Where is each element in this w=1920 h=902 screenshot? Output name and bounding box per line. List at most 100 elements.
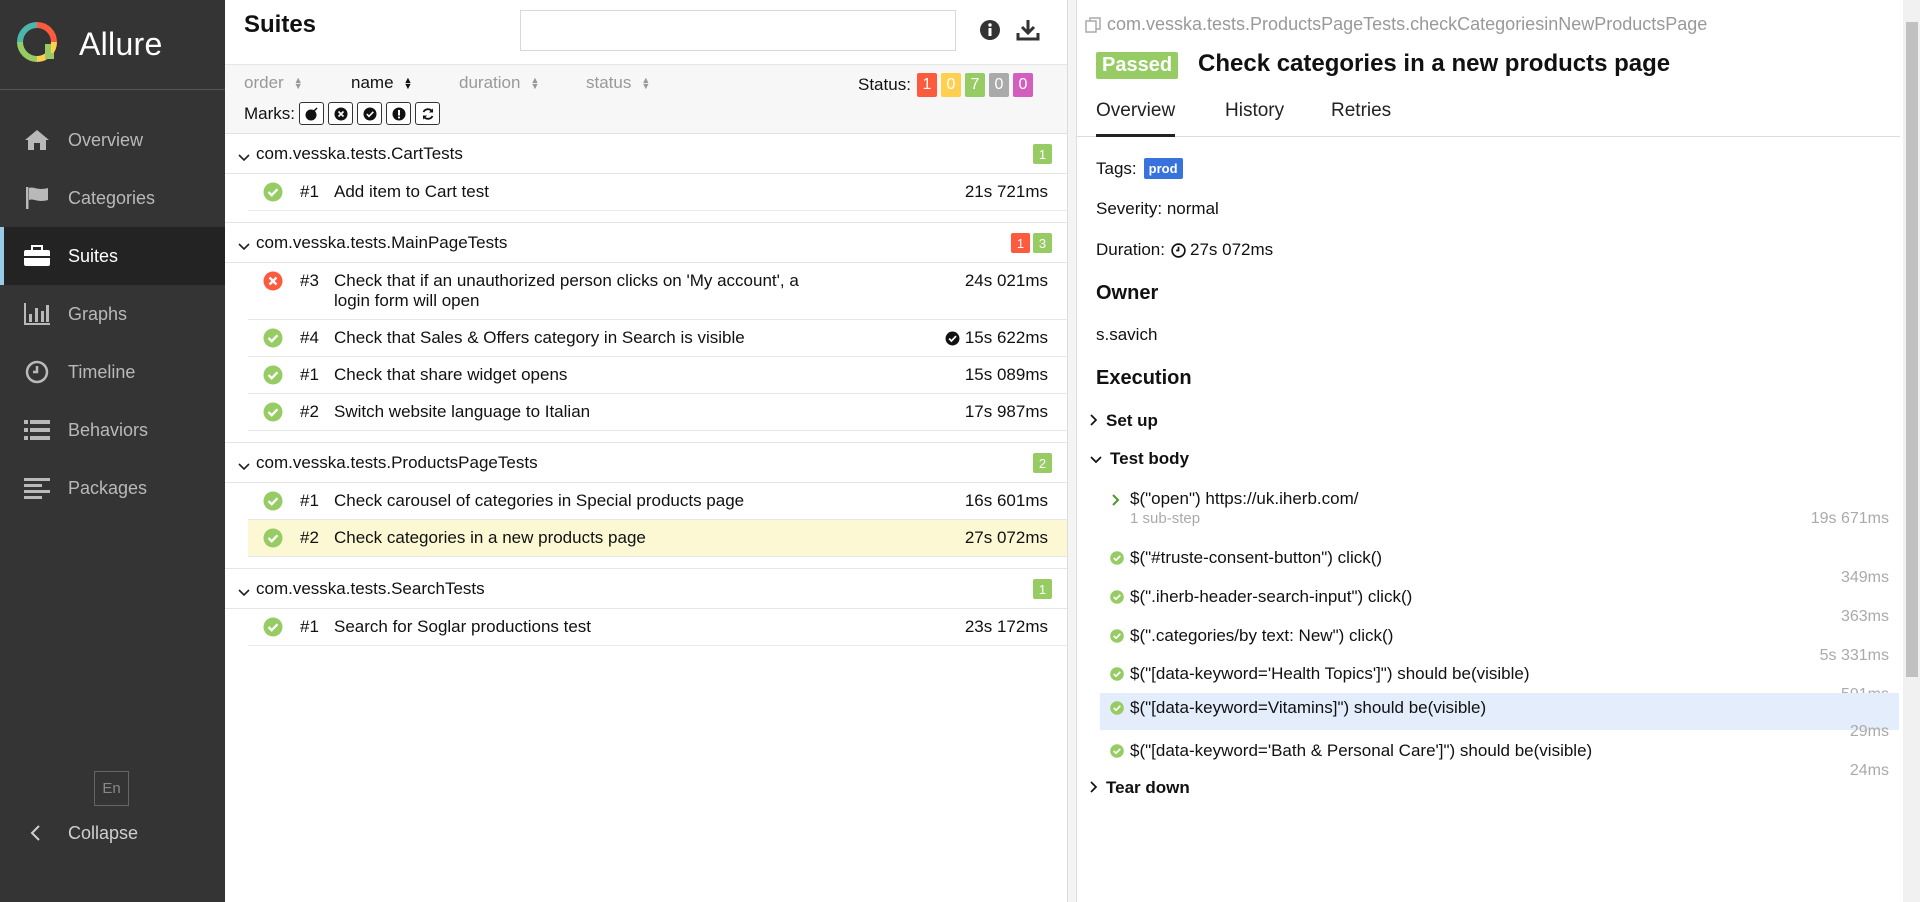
- info-icon[interactable]: [976, 16, 1004, 44]
- status-badge: Passed: [1096, 52, 1179, 79]
- test-name: Check that if an unauthorized person cli…: [334, 271, 799, 310]
- test-row-selected[interactable]: #2 Check categories in a new products pa…: [248, 520, 1067, 557]
- status-filter-skipped[interactable]: 0: [988, 73, 1009, 97]
- passed-icon: [263, 328, 283, 353]
- owner-heading: Owner: [1096, 282, 1159, 304]
- times-circle-icon[interactable]: [328, 102, 353, 125]
- step-text: $(".iherb-header-search-input") click(): [1130, 587, 1413, 606]
- exclamation-circle-icon[interactable]: [386, 102, 411, 125]
- tab-retries[interactable]: Retries: [1331, 100, 1391, 134]
- suite-counts: 1: [1030, 579, 1052, 599]
- status-filter-passed[interactable]: 7: [964, 73, 985, 97]
- tab-history[interactable]: History: [1225, 100, 1284, 134]
- test-full-path: com.vesska.tests.ProductsPageTests.check…: [1085, 14, 1707, 35]
- step-row[interactable]: $(".iherb-header-search-input") click() …: [1100, 582, 1899, 625]
- step-substeps: 1 sub-step: [1130, 510, 1201, 527]
- stage-teardown[interactable]: Tear down: [1090, 778, 1190, 798]
- check-circle-icon: [1110, 589, 1124, 609]
- brand[interactable]: Allure: [0, 0, 225, 90]
- sidebar-item-behaviors[interactable]: Behaviors: [0, 401, 225, 459]
- step-text: $("#truste-consent-button") click(): [1130, 548, 1383, 567]
- language-switch[interactable]: En: [94, 771, 129, 806]
- refresh-icon[interactable]: [415, 102, 440, 125]
- brand-name: Allure: [79, 26, 163, 62]
- sidebar-item-label: Overview: [68, 129, 144, 150]
- briefcase-icon: [22, 241, 52, 271]
- sort-arrows-icon: ▲ ▼: [403, 75, 413, 91]
- check-circle-icon: [1110, 628, 1124, 648]
- sort-name[interactable]: name ▲ ▼: [351, 73, 412, 93]
- list-icon: [22, 415, 52, 445]
- check-circle-icon[interactable]: [357, 102, 382, 125]
- sidebar-item-label: Categories: [68, 187, 156, 208]
- test-row[interactable]: #1 Search for Soglar productions test 23…: [248, 609, 1067, 646]
- stage-test-body[interactable]: Test body: [1090, 449, 1189, 469]
- test-row[interactable]: #1 Add item to Cart test 21s 721ms: [248, 174, 1067, 211]
- copy-icon[interactable]: [1085, 16, 1101, 33]
- test-row[interactable]: #1 Check that share widget opens 15s 089…: [248, 357, 1067, 394]
- test-name: Search for Soglar productions test: [334, 617, 592, 636]
- status-filter-failed[interactable]: 1: [916, 73, 937, 97]
- test-number: #2: [300, 402, 319, 421]
- step-row[interactable]: $(".categories/by text: New") click() 5s…: [1100, 621, 1899, 664]
- test-row[interactable]: #3 Check that if an unauthorized person …: [248, 263, 1067, 320]
- step-row-highlighted[interactable]: $("[data-keyword=Vitamins]") should be(v…: [1100, 693, 1899, 740]
- suite-counts: 2: [1030, 453, 1052, 473]
- sort-duration[interactable]: duration ▲ ▼: [459, 73, 539, 93]
- test-row[interactable]: #2 Switch website language to Italian 17…: [248, 394, 1067, 431]
- suite-group[interactable]: com.vesska.tests.SearchTests 1: [225, 569, 1067, 609]
- step-time: 24ms: [1849, 762, 1889, 779]
- pane-splitter[interactable]: [1068, 0, 1077, 902]
- scrollbar-thumb[interactable]: [1906, 22, 1918, 677]
- flaky-check-icon: [945, 331, 960, 346]
- sidebar-item-categories[interactable]: Categories: [0, 169, 225, 227]
- sort-name-label: name: [351, 73, 394, 92]
- step-row[interactable]: $("#truste-consent-button") click() 349m…: [1100, 543, 1899, 586]
- sidebar-item-timeline[interactable]: Timeline: [0, 343, 225, 401]
- bomb-icon[interactable]: [299, 102, 324, 125]
- sidebar-item-packages[interactable]: Packages: [0, 459, 225, 517]
- sidebar: Allure Overview Categories Suites Graphs…: [0, 0, 225, 902]
- stage-setup[interactable]: Set up: [1090, 411, 1158, 431]
- test-duration: 16s 601ms: [964, 491, 1048, 510]
- check-circle-icon: [1110, 550, 1124, 570]
- test-row[interactable]: #1 Check carousel of categories in Speci…: [248, 483, 1067, 520]
- step-row[interactable]: $("open") https://uk.iherb.com/ 1 sub-st…: [1100, 484, 1899, 534]
- sort-duration-label: duration: [459, 73, 521, 92]
- chevron-down-icon: [238, 456, 250, 476]
- check-circle-icon: [1110, 743, 1124, 763]
- chevron-left-icon: [22, 824, 48, 842]
- scrollbar[interactable]: [1903, 0, 1920, 902]
- suite-group[interactable]: com.vesska.tests.MainPageTests 1 3: [225, 223, 1067, 263]
- test-detail-pane: com.vesska.tests.ProductsPageTests.check…: [1077, 0, 1920, 902]
- test-path-text: com.vesska.tests.ProductsPageTests.check…: [1107, 14, 1708, 34]
- test-duration: 21s 721ms: [964, 182, 1048, 201]
- stage-label: Test body: [1110, 449, 1190, 468]
- sidebar-item-suites[interactable]: Suites: [0, 227, 225, 285]
- test-row[interactable]: #4 Check that Sales & Offers category in…: [248, 320, 1067, 357]
- passed-icon: [263, 365, 283, 390]
- tags-row: Tags: prod: [1096, 158, 1183, 179]
- sort-status-label: status: [586, 73, 632, 92]
- status-filter-unknown[interactable]: 0: [1012, 73, 1033, 97]
- sidebar-item-overview[interactable]: Overview: [0, 111, 225, 169]
- chevron-right-icon: [1112, 491, 1120, 511]
- step-row[interactable]: $("[data-keyword='Health Topics']") shou…: [1100, 659, 1899, 693]
- step-row[interactable]: $("[data-keyword='Bath & Personal Care']…: [1100, 736, 1899, 779]
- tab-overview[interactable]: Overview: [1096, 100, 1176, 137]
- suite-group[interactable]: com.vesska.tests.ProductsPageTests 2: [225, 443, 1067, 483]
- suite-group[interactable]: com.vesska.tests.CartTests 1: [225, 134, 1067, 174]
- sort-arrows-icon: ▲ ▼: [530, 75, 540, 91]
- test-name: Check that share widget opens: [334, 365, 568, 384]
- step-text: $("open") https://uk.iherb.com/: [1130, 489, 1359, 508]
- download-icon[interactable]: [1014, 16, 1042, 44]
- sort-order[interactable]: order ▲ ▼: [244, 73, 303, 93]
- collapse-button[interactable]: Collapse: [22, 818, 138, 848]
- passed-icon: [263, 491, 283, 516]
- passed-icon: [263, 402, 283, 427]
- sort-status[interactable]: status ▲ ▼: [586, 73, 650, 93]
- status-filter-broken[interactable]: 0: [940, 73, 961, 97]
- chevron-down-icon: [1090, 449, 1102, 469]
- sidebar-item-graphs[interactable]: Graphs: [0, 285, 225, 343]
- search-input[interactable]: [520, 10, 956, 51]
